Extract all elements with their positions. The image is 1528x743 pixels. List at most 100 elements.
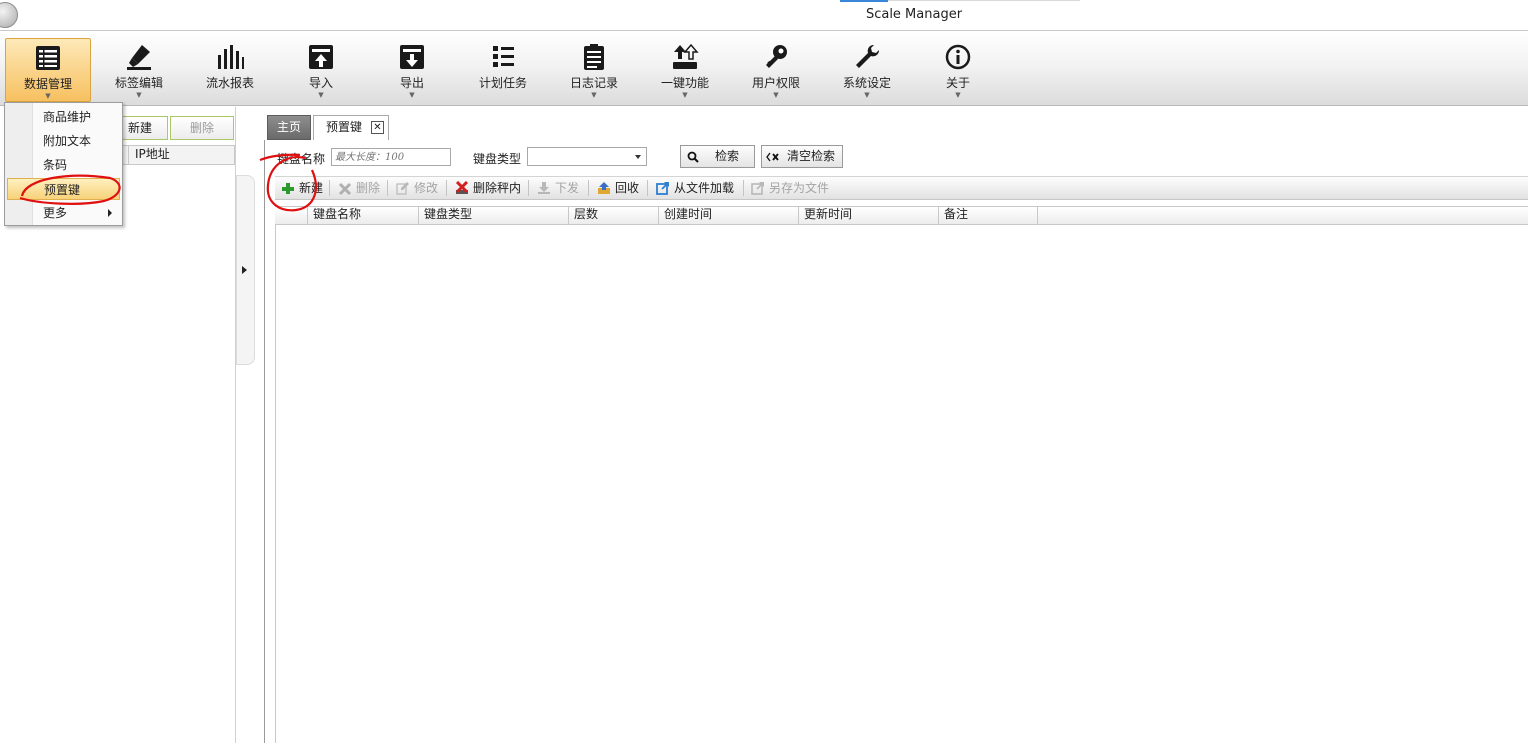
load-file-icon xyxy=(656,182,669,195)
clear-icon xyxy=(766,152,779,162)
ribbon-button-label: 系统设定 xyxy=(842,76,891,90)
one-key-upload-icon xyxy=(673,43,699,69)
menu-item-preset-key[interactable]: 预置键 xyxy=(7,178,120,200)
chevron-down-icon: ▼ xyxy=(682,91,688,99)
ribbon-button-label: 一键功能 xyxy=(660,76,709,90)
column-keyboard-type[interactable]: 键盘类型 xyxy=(418,206,568,225)
ribbon-button-label: 数据管理 xyxy=(23,77,72,91)
toolbar-delete-in-scale-label: 删除秤内 xyxy=(473,181,522,195)
ribbon-user-permission-button[interactable]: 用户权限 ▼ xyxy=(733,38,819,102)
toolbar-separator xyxy=(387,180,388,196)
chevron-down-icon: ▼ xyxy=(136,91,142,99)
toolbar-recall-label: 回收 xyxy=(615,181,640,195)
toolbar-new-button[interactable]: 新建 xyxy=(281,180,323,196)
ribbon-system-settings-button[interactable]: 系统设定 ▼ xyxy=(824,38,910,102)
column-remarks[interactable]: 备注 xyxy=(938,206,1038,225)
import-icon xyxy=(309,45,333,69)
keyboard-type-select[interactable] xyxy=(527,147,647,166)
ribbon-button-label: 流水报表 xyxy=(205,76,254,90)
content-divider xyxy=(264,140,265,743)
clear-search-button[interactable]: 清空检索 xyxy=(761,145,843,168)
toolbar-separator xyxy=(647,180,648,196)
toolbar-edit-button[interactable]: 修改 xyxy=(396,180,438,196)
menu-item-more[interactable]: 更多 xyxy=(7,202,120,224)
database-list-icon xyxy=(36,46,60,70)
toolbar-separator xyxy=(743,180,744,196)
export-icon xyxy=(400,45,424,69)
ribbon-button-label: 标签编辑 xyxy=(114,76,163,90)
toolbar-separator xyxy=(588,180,589,196)
ip-address-column[interactable]: IP地址 xyxy=(128,145,170,165)
ribbon-label-edit-button[interactable]: 标签编辑 ▼ xyxy=(96,38,182,102)
search-icon xyxy=(687,151,699,163)
ribbon-button-label: 关于 xyxy=(945,76,970,90)
keyboard-name-input[interactable] xyxy=(331,148,451,166)
keyboard-name-label: 键盘名称 xyxy=(277,152,326,166)
toolbar-recall-button[interactable]: 回收 xyxy=(597,180,639,196)
bar-chart-icon xyxy=(218,45,244,69)
toolbar-delete-label: 删除 xyxy=(356,181,381,195)
chevron-down-icon: ▼ xyxy=(591,91,597,99)
ribbon-about-button[interactable]: 关于 ▼ xyxy=(915,38,1001,102)
ribbon-data-management-button[interactable]: 数据管理 ▼ xyxy=(5,38,91,102)
tab-home[interactable]: 主页 xyxy=(267,115,311,140)
search-button[interactable]: 检索 xyxy=(680,145,755,168)
menu-item-product-maintenance[interactable]: 商品维护 xyxy=(7,106,120,128)
ribbon-scheduled-task-button[interactable]: 计划任务 xyxy=(460,38,546,102)
delete-in-scale-icon xyxy=(455,181,469,194)
highlighter-icon xyxy=(127,45,151,70)
task-list-icon xyxy=(493,46,514,67)
column-created-time[interactable]: 创建时间 xyxy=(658,206,798,225)
toolbar-save-as-file-button[interactable]: 另存为文件 xyxy=(751,180,829,196)
chevron-down-icon: ▼ xyxy=(409,91,415,99)
toolbar-send-label: 下发 xyxy=(555,181,580,195)
ribbon-button-label: 导入 xyxy=(308,76,333,90)
toolbar-save-as-file-label: 另存为文件 xyxy=(769,181,830,195)
ribbon-button-label: 导出 xyxy=(399,76,424,90)
ribbon-button-label: 用户权限 xyxy=(751,76,800,90)
ribbon-import-button[interactable]: 导入 ▼ xyxy=(278,38,364,102)
ribbon-export-button[interactable]: 导出 ▼ xyxy=(369,38,455,102)
toolbar-separator xyxy=(329,180,330,196)
expand-arrow-icon[interactable] xyxy=(242,266,247,274)
menu-item-barcode[interactable]: 条码 xyxy=(7,154,120,176)
menu-item-additional-text[interactable]: 附加文本 xyxy=(7,130,120,152)
ribbon-one-key-button[interactable]: 一键功能 ▼ xyxy=(642,38,728,102)
recall-icon xyxy=(598,182,610,194)
chevron-down-icon: ▼ xyxy=(955,91,961,99)
column-layers[interactable]: 层数 xyxy=(568,206,658,225)
plus-icon xyxy=(282,183,294,194)
column-updated-time[interactable]: 更新时间 xyxy=(798,206,938,225)
title-accent-line-light xyxy=(888,0,1080,1)
ribbon-bar: 数据管理 ▼ 标签编辑 ▼ 流水报表 导入 ▼ 导出 ▼ 计划任务 日志记录 ▼… xyxy=(0,31,1528,106)
save-file-icon xyxy=(751,182,764,195)
toolbar-delete-in-scale-button[interactable]: 删除秤内 xyxy=(455,180,521,196)
edit-pencil-icon xyxy=(396,182,409,195)
toolbar-new-label: 新建 xyxy=(299,181,324,195)
clear-search-label: 清空检索 xyxy=(787,149,836,163)
toolbar-load-from-file-label: 从文件加载 xyxy=(674,181,735,195)
grid-body[interactable] xyxy=(275,225,1528,743)
data-management-menu: 商品维护 附加文本 条码 预置键 更多 xyxy=(4,102,123,226)
close-icon[interactable]: ✕ xyxy=(371,121,384,134)
chevron-right-icon xyxy=(108,209,112,217)
toolbar-separator xyxy=(528,180,529,196)
chevron-down-icon: ▼ xyxy=(773,91,779,99)
toolbar-delete-button[interactable]: 删除 xyxy=(338,180,380,196)
column-keyboard-name[interactable]: 键盘名称 xyxy=(307,206,418,225)
chevron-down-icon: ▼ xyxy=(318,91,324,99)
toolbar-send-button[interactable]: 下发 xyxy=(537,180,579,196)
ribbon-log-record-button[interactable]: 日志记录 ▼ xyxy=(551,38,637,102)
ribbon-flow-report-button[interactable]: 流水报表 xyxy=(187,38,273,102)
chevron-down-icon: ▼ xyxy=(864,91,870,99)
ribbon-button-label: 计划任务 xyxy=(478,76,527,90)
left-delete-button[interactable]: 删除 xyxy=(170,116,234,140)
delete-x-icon xyxy=(338,182,352,195)
info-icon xyxy=(945,44,971,70)
toolbar-edit-label: 修改 xyxy=(414,181,439,195)
wrench-icon xyxy=(856,44,880,68)
chevron-down-icon: ▼ xyxy=(45,92,51,100)
toolbar-load-from-file-button[interactable]: 从文件加载 xyxy=(656,180,734,196)
menu-item-label: 更多 xyxy=(43,206,68,220)
ribbon-button-label: 日志记录 xyxy=(569,76,618,90)
